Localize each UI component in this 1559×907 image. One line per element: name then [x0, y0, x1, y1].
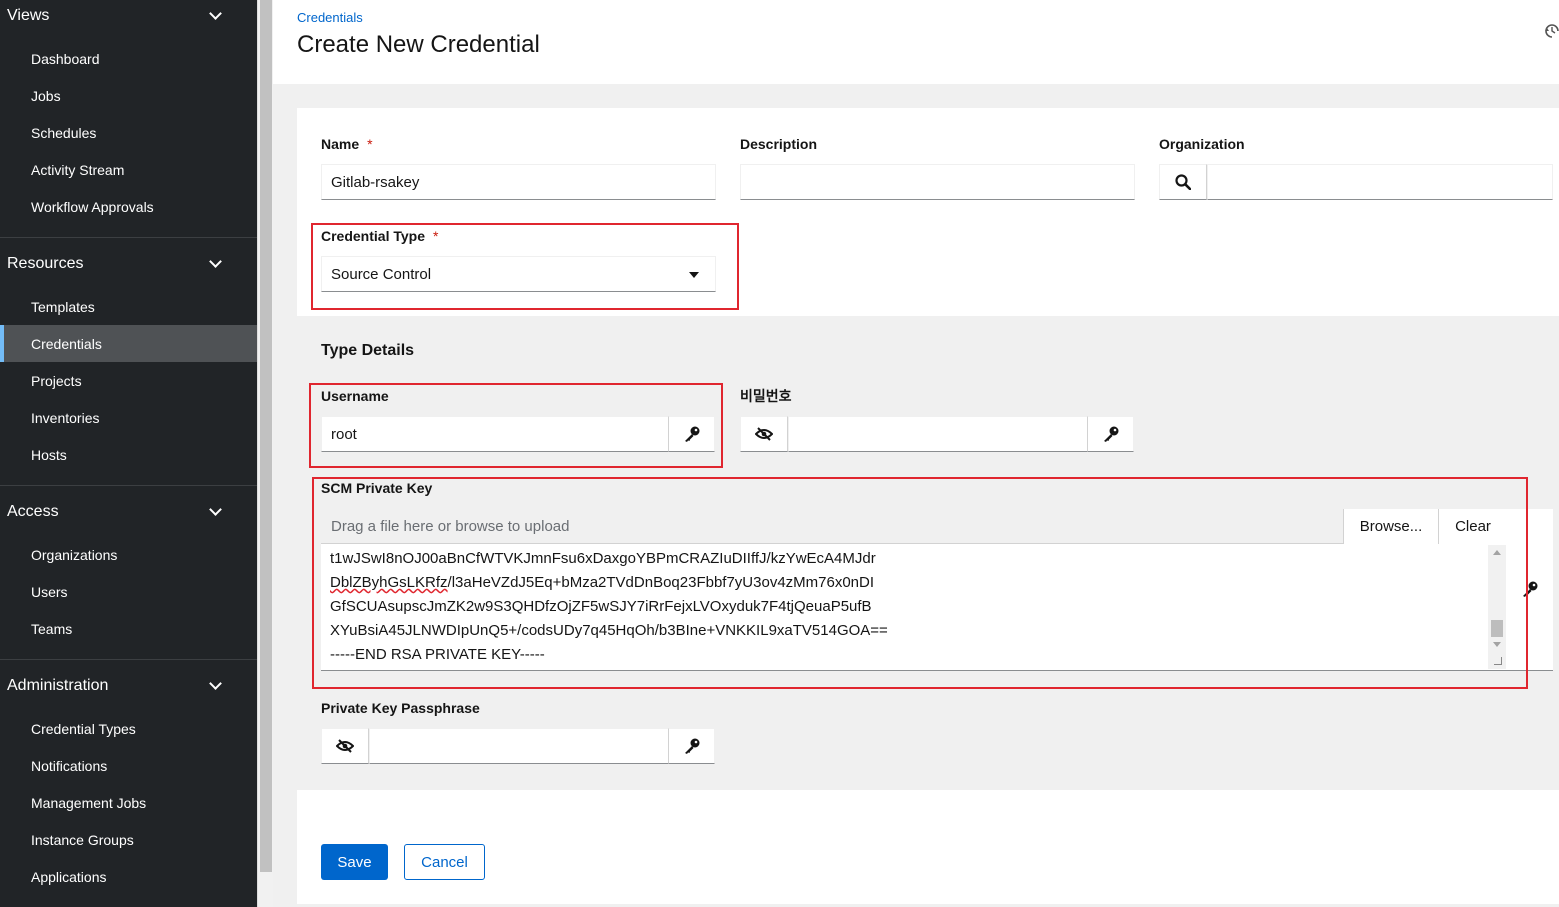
- key-icon: [684, 738, 699, 754]
- chevron-down-icon: [209, 257, 223, 271]
- sidebar-group-title: Resources: [7, 255, 84, 272]
- sidebar-item-schedules[interactable]: Schedules: [0, 114, 257, 151]
- sidebar-item-organizations[interactable]: Organizations: [0, 536, 257, 573]
- organization-label: Organization: [1159, 136, 1245, 152]
- search-icon: [1175, 174, 1191, 190]
- chevron-down-icon: [209, 679, 223, 693]
- password-visibility-toggle[interactable]: [740, 416, 788, 452]
- sidebar-group-title: Access: [7, 503, 59, 520]
- chevron-down-icon: [209, 505, 223, 519]
- chevron-down-icon: [209, 9, 223, 23]
- sidebar-scrollbar[interactable]: [257, 0, 273, 907]
- sidebar-group-access: Access Organizations Users Teams: [0, 492, 257, 660]
- sidebar-item-applications[interactable]: Applications: [0, 858, 257, 895]
- key-icon: [684, 426, 699, 442]
- passphrase-label: Private Key Passphrase: [321, 700, 480, 716]
- description-field[interactable]: [740, 164, 1135, 200]
- username-label: Username: [321, 388, 389, 404]
- password-field[interactable]: [788, 416, 1088, 452]
- history-icon[interactable]: [1545, 22, 1559, 40]
- name-label: Name *: [321, 136, 373, 152]
- sidebar-item-instance-groups[interactable]: Instance Groups: [0, 821, 257, 858]
- sidebar-item-notifications[interactable]: Notifications: [0, 747, 257, 784]
- sidebar-item-inventories[interactable]: Inventories: [0, 399, 257, 436]
- sidebar-group-toggle-resources[interactable]: Resources: [0, 244, 257, 284]
- sidebar: Views Dashboard Jobs Schedules Activity …: [0, 0, 257, 907]
- eye-slash-icon: [755, 427, 773, 441]
- sidebar-item-hosts[interactable]: Hosts: [0, 436, 257, 473]
- highlight-box: [312, 477, 1528, 689]
- sidebar-group-title: Views: [7, 7, 50, 24]
- sidebar-group-toggle-views[interactable]: Views: [0, 0, 257, 36]
- sidebar-item-projects[interactable]: Projects: [0, 362, 257, 399]
- type-details-title: Type Details: [321, 342, 415, 359]
- sidebar-group-views: Views Dashboard Jobs Schedules Activity …: [0, 0, 257, 238]
- passphrase-field[interactable]: [369, 728, 669, 764]
- name-field[interactable]: Gitlab-rsakey: [321, 164, 716, 200]
- cancel-button[interactable]: Cancel: [404, 844, 485, 880]
- credential-type-label: Credential Type *: [321, 228, 439, 244]
- save-button[interactable]: Save: [321, 844, 388, 880]
- sidebar-item-activity-stream[interactable]: Activity Stream: [0, 151, 257, 188]
- organization-lookup-button[interactable]: [1159, 164, 1207, 200]
- sidebar-item-jobs[interactable]: Jobs: [0, 77, 257, 114]
- eye-slash-icon: [336, 739, 354, 753]
- sidebar-item-templates[interactable]: Templates: [0, 288, 257, 325]
- caret-down-icon: [689, 272, 699, 278]
- password-prompt-button[interactable]: [1087, 416, 1134, 452]
- username-field[interactable]: root: [321, 416, 669, 452]
- sidebar-group-toggle-access[interactable]: Access: [0, 492, 257, 532]
- sidebar-group-title: Administration: [7, 677, 109, 694]
- breadcrumb-credentials[interactable]: Credentials: [297, 10, 363, 25]
- description-label: Description: [740, 136, 818, 152]
- sidebar-item-users[interactable]: Users: [0, 573, 257, 610]
- sidebar-item-dashboard[interactable]: Dashboard: [0, 40, 257, 77]
- organization-field[interactable]: [1207, 164, 1553, 200]
- page-title: Create New Credential: [297, 31, 540, 58]
- key-icon: [1103, 426, 1118, 442]
- credential-type-select[interactable]: Source Control: [321, 256, 716, 292]
- passphrase-prompt-button[interactable]: [668, 728, 715, 764]
- sidebar-item-credentials[interactable]: Credentials: [0, 325, 257, 362]
- password-label: 비밀번호: [740, 388, 792, 404]
- sidebar-item-management-jobs[interactable]: Management Jobs: [0, 784, 257, 821]
- sidebar-group-toggle-administration[interactable]: Administration: [0, 666, 257, 706]
- username-prompt-button[interactable]: [668, 416, 715, 452]
- page-header: Credentials Create New Credential: [273, 0, 1559, 84]
- sidebar-group-resources: Resources Templates Credentials Projects…: [0, 244, 257, 486]
- sidebar-item-credential-types[interactable]: Credential Types: [0, 710, 257, 747]
- scrollbar-thumb[interactable]: [260, 0, 272, 872]
- sidebar-group-administration: Administration Credential Types Notifica…: [0, 666, 257, 907]
- sidebar-item-workflow-approvals[interactable]: Workflow Approvals: [0, 188, 257, 225]
- passphrase-visibility-toggle[interactable]: [321, 728, 369, 764]
- sidebar-item-teams[interactable]: Teams: [0, 610, 257, 647]
